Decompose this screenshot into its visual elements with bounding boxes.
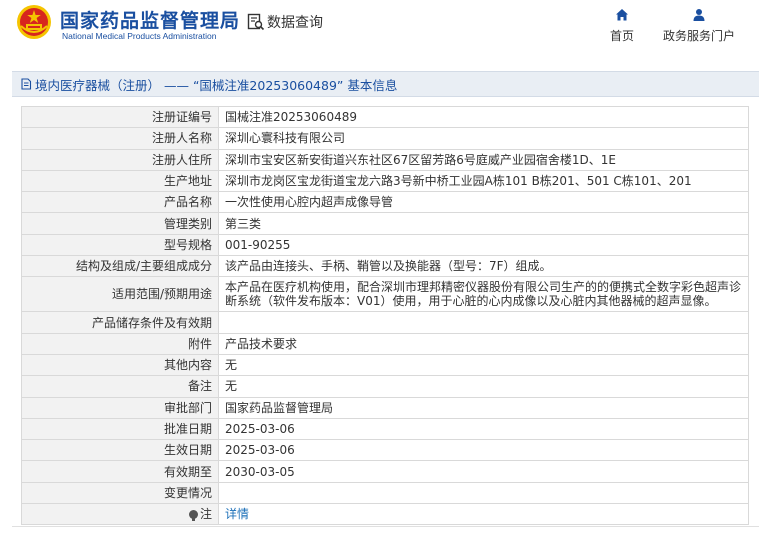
table-row: 变更情况 (21, 481, 749, 505)
table-row: 批准日期 2025-03-06 (21, 417, 749, 441)
field-label: 结构及组成/主要组成成分 (21, 255, 219, 278)
details-link[interactable]: 详情 (225, 507, 249, 521)
field-label: 生产地址 (21, 169, 219, 193)
document-icon (21, 78, 32, 90)
home-icon (616, 9, 628, 21)
basic-info-table: 注册证编号 国械注准20253060489 注册人名称 深圳心寰科技有限公司 注册人… (21, 105, 749, 526)
table-row: 适用范围/预期用途 本产品在医疗机构使用，配合深圳市理邦精密仪器股份有限公司生产的… (21, 276, 749, 313)
org-name-en: National Medical Products Administration (62, 31, 217, 41)
record-title: 境内医疗器械（注册） —— “国械注准20253060489” 基本信息 (35, 77, 398, 93)
site-header: 国家药品监督管理局 National Medical Products Admi… (0, 0, 759, 58)
table-row: 产品储存条件及有效期 (21, 311, 749, 334)
table-row: 备注无 (21, 375, 749, 398)
note-value-cell: 详情 (218, 503, 749, 526)
nav-service-portal-label: 政务服务门户 (663, 29, 736, 43)
field-label: 其他内容 (21, 353, 219, 377)
field-label: 注册人住所 (21, 148, 219, 171)
table-row: 管理类别 第三类 (21, 212, 749, 235)
field-value: 2030-03-05 (218, 460, 749, 483)
nav-home[interactable]: 首页 (610, 8, 634, 44)
org-name-cn: 国家药品监督管理局 (60, 10, 241, 32)
field-value: 2025-03-06 (218, 439, 749, 462)
bottom-divider (12, 526, 759, 527)
user-icon (693, 9, 705, 21)
field-value: 深圳市宝安区新安街道兴东社区67区留芳路6号庭威产业园宿舍楼1D、1E (218, 148, 749, 171)
field-value: 第三类 (218, 212, 749, 235)
field-value: 国械注准20253060489 (218, 105, 749, 129)
field-label: 有效期至 (21, 460, 219, 483)
field-value: 无 (218, 353, 749, 377)
national-emblem-icon (17, 5, 51, 39)
table-row: 有效期至 2030-03-05 (21, 460, 749, 483)
table-row: 产品名称 一次性使用心腔内超声成像导管 (21, 191, 749, 214)
field-value: 本产品在医疗机构使用，配合深圳市理邦精密仪器股份有限公司生产的的便携式全数字彩色… (218, 276, 749, 313)
field-value (218, 481, 749, 505)
field-label: 适用范围/预期用途 (21, 276, 219, 313)
field-value: 一次性使用心腔内超声成像导管 (218, 191, 749, 214)
document-search-icon (247, 13, 265, 31)
field-value: 深圳市龙岗区宝龙街道宝龙六路3号新中桥工业园A栋101 B栋201、501 C栋… (218, 169, 749, 193)
field-label: 审批部门 (21, 396, 219, 419)
field-value: 国家药品监督管理局 (218, 396, 749, 419)
table-row: 注册证编号 国械注准20253060489 (21, 105, 749, 129)
pin-icon (188, 510, 198, 522)
field-value: 2025-03-06 (218, 417, 749, 441)
field-label: 注册人名称 (21, 127, 219, 150)
field-label: 变更情况 (21, 481, 219, 505)
field-label: 备注 (21, 375, 219, 398)
field-value: 该产品由连接头、手柄、鞘管以及换能器（型号：7F）组成。 (218, 255, 749, 278)
note-label-cell: 注 (21, 503, 219, 526)
field-label: 管理类别 (21, 212, 219, 235)
table-row: 生产地址 深圳市龙岗区宝龙街道宝龙六路3号新中桥工业园A栋101 B栋201、50… (21, 169, 749, 193)
field-label: 产品储存条件及有效期 (21, 311, 219, 334)
data-query-link[interactable]: 数据查询 (247, 12, 323, 32)
field-label: 生效日期 (21, 439, 219, 462)
record-title-bar: 境内医疗器械（注册） —— “国械注准20253060489” 基本信息 (12, 71, 759, 97)
field-value: 产品技术要求 (218, 332, 749, 355)
table-row: 审批部门 国家药品监督管理局 (21, 396, 749, 419)
field-label: 附件 (21, 332, 219, 355)
table-row: 注册人名称 深圳心寰科技有限公司 (21, 127, 749, 150)
nav-home-label: 首页 (610, 29, 635, 43)
field-value: 001-90255 (218, 233, 749, 257)
field-value: 深圳心寰科技有限公司 (218, 127, 749, 150)
field-label: 产品名称 (21, 191, 219, 214)
field-value: 无 (218, 375, 749, 398)
table-row: 生效日期 2025-03-06 (21, 439, 749, 462)
table-row: 结构及组成/主要组成成分 该产品由连接头、手柄、鞘管以及换能器（型号：7F）组成。 (21, 255, 749, 278)
data-query-label: 数据查询 (267, 15, 323, 31)
field-label: 注册证编号 (21, 105, 219, 129)
nav-service-portal[interactable]: 政务服务门户 (663, 8, 735, 44)
table-row-note: 注 详情 (21, 503, 749, 526)
note-label: 注 (199, 507, 212, 522)
table-row: 注册人住所 深圳市宝安区新安街道兴东社区67区留芳路6号庭威产业园宿舍楼1D、1E (21, 148, 749, 171)
table-row: 附件 产品技术要求 (21, 332, 749, 355)
field-label: 批准日期 (21, 417, 219, 441)
table-row: 其他内容无 (21, 353, 749, 377)
field-label: 型号规格 (21, 233, 219, 257)
table-row: 型号规格 001-90255 (21, 233, 749, 257)
field-value (218, 311, 749, 334)
